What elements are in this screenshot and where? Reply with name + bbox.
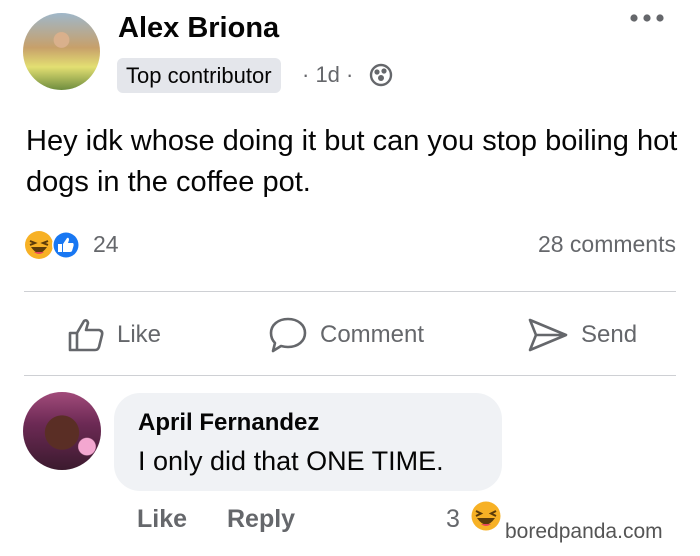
post-author-avatar[interactable] <box>23 13 100 90</box>
haha-reaction-icon[interactable] <box>469 499 503 533</box>
more-options-icon[interactable] <box>629 11 665 25</box>
divider <box>24 375 676 376</box>
comment-like-button[interactable]: Like <box>137 505 187 534</box>
divider <box>24 291 676 292</box>
post-text: Hey idk whose doing it but can you stop … <box>26 125 678 198</box>
post-timestamp[interactable]: · 1d · <box>302 60 353 90</box>
comment-count[interactable]: 28 comments <box>538 231 676 258</box>
send-button[interactable]: Send <box>527 312 637 358</box>
comment-text: I only did that ONE TIME. <box>138 446 444 476</box>
globe-icon <box>369 63 393 87</box>
like-label: Like <box>117 321 162 348</box>
comment-bubble-icon <box>269 317 307 353</box>
like-button[interactable]: Like <box>67 312 161 358</box>
commenter-avatar[interactable] <box>23 392 101 470</box>
watermark: boredpanda.com <box>505 520 663 543</box>
send-label: Send <box>581 321 638 348</box>
comment-reaction-count[interactable]: 3 <box>446 505 460 534</box>
haha-reaction-icon <box>25 231 53 259</box>
send-arrow-icon <box>528 318 568 352</box>
reaction-count[interactable]: 24 <box>93 231 119 258</box>
comment-button[interactable]: Comment <box>268 312 424 358</box>
like-reaction-icon <box>52 231 80 259</box>
thumbs-up-icon <box>68 319 104 352</box>
commenter-name[interactable]: April Fernandez <box>138 409 319 437</box>
post-reactions-summary[interactable] <box>24 229 84 261</box>
comment-reply-button[interactable]: Reply <box>227 505 295 534</box>
top-contributor-badge: Top contributor <box>117 58 281 93</box>
comment-label: Comment <box>320 321 425 348</box>
post-author-name[interactable]: Alex Briona <box>118 12 279 45</box>
